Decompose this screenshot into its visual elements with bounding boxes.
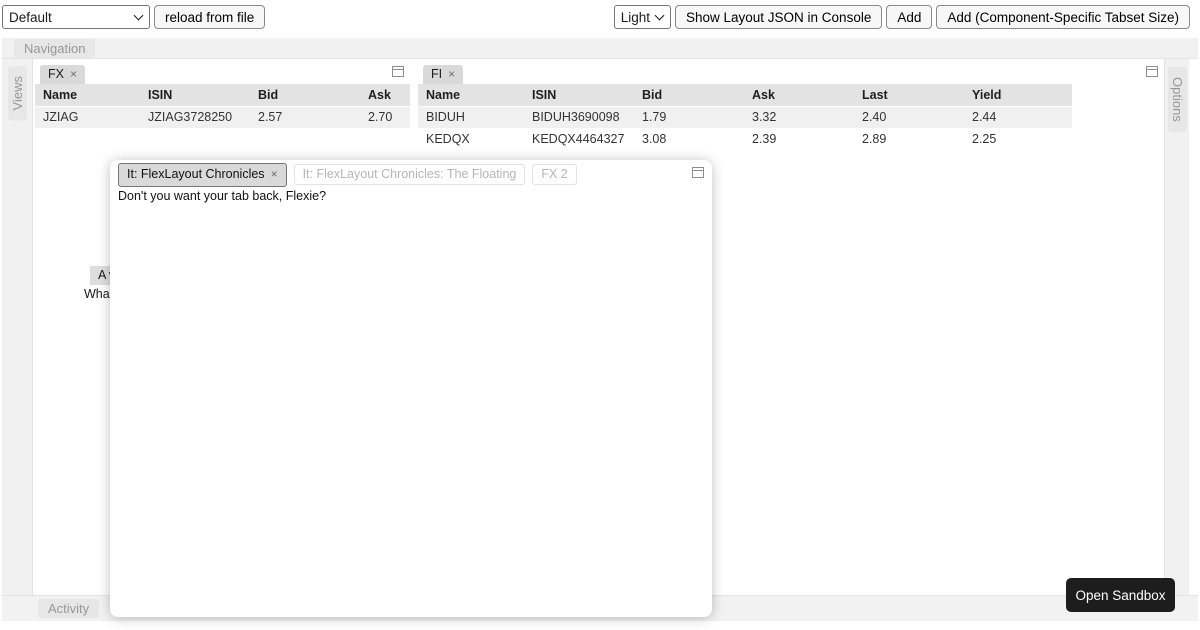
reload-from-file-button[interactable]: reload from file: [154, 5, 266, 29]
theme-select[interactable]: Light: [613, 5, 671, 29]
table-cell: 3.32: [744, 106, 854, 129]
table-cell: 3.08: [634, 128, 744, 151]
show-layout-json-button[interactable]: Show Layout JSON in Console: [674, 5, 883, 29]
border-tab-activity[interactable]: Activity: [38, 599, 100, 618]
table-cell: KEDQX: [418, 128, 524, 151]
column-header[interactable]: Bid: [634, 84, 744, 107]
floating-window[interactable]: It: FlexLayout Chronicles × It: FlexLayo…: [110, 160, 712, 617]
tab-label: It: FlexLayout Chronicles: [127, 167, 265, 181]
column-header[interactable]: Ask: [744, 84, 854, 107]
table-cell: 2.25: [964, 128, 1072, 151]
add-tabset-size-button[interactable]: Add (Component-Specific Tabset Size): [936, 5, 1190, 29]
table-row[interactable]: BIDUH BIDUH3690098 1.79 3.32 2.40 2.44: [418, 106, 1072, 129]
table-row[interactable]: JZIAG JZIAG3728250 2.57 2.70: [35, 106, 410, 129]
fi-table: Name ISIN Bid Ask Last Yield BIDUH BIDUH3690098…: [418, 84, 1072, 151]
column-header[interactable]: Ask: [360, 84, 410, 107]
table-row[interactable]: KEDQX KEDQX4464327 3.08 2.39 2.89 2.25: [418, 128, 1072, 151]
column-header[interactable]: Yield: [964, 84, 1072, 107]
tab-label: FX: [48, 67, 64, 81]
table-cell: KEDQX4464327: [524, 128, 634, 151]
tab-flexlayout-chronicles-floating[interactable]: It: FlexLayout Chronicles: The Floating: [293, 164, 526, 185]
table-cell: JZIAG: [35, 106, 140, 129]
maximize-icon[interactable]: [692, 167, 704, 178]
chevron-down-icon: [133, 10, 144, 21]
column-header[interactable]: Last: [854, 84, 964, 107]
tab-fi[interactable]: FI ×: [423, 65, 464, 84]
column-header[interactable]: Name: [35, 84, 140, 107]
layout-select[interactable]: Default: [2, 5, 150, 29]
column-header[interactable]: Name: [418, 84, 524, 107]
table-cell: 2.89: [854, 128, 964, 151]
table-cell: 2.44: [964, 106, 1072, 129]
left-border-strip: Views: [2, 59, 33, 621]
close-icon[interactable]: ×: [448, 68, 455, 80]
column-header[interactable]: ISIN: [524, 84, 634, 107]
toolbar-right: Light Show Layout JSON in Console Add Ad…: [613, 5, 1190, 29]
table-cell: 1.79: [634, 106, 744, 129]
open-sandbox-button[interactable]: Open Sandbox: [1066, 578, 1175, 612]
close-icon[interactable]: ×: [271, 168, 278, 180]
column-header[interactable]: ISIN: [140, 84, 250, 107]
table-cell: BIDUH3690098: [524, 106, 634, 129]
maximize-icon[interactable]: [1146, 66, 1158, 77]
floating-tab-content: Don't you want your tab back, Flexie?: [118, 189, 327, 203]
close-icon[interactable]: ×: [70, 68, 77, 80]
toolbar-left: Default reload from file: [2, 5, 266, 29]
chevron-down-icon: [654, 10, 665, 21]
tab-flexlayout-chronicles[interactable]: It: FlexLayout Chronicles ×: [118, 162, 287, 187]
border-tab-navigation[interactable]: Navigation: [14, 38, 96, 58]
tab-label: FX 2: [541, 167, 568, 181]
border-tab-views[interactable]: Views: [8, 66, 27, 121]
top-border-strip: Navigation: [2, 38, 1198, 59]
table-cell: JZIAG3728250: [140, 106, 250, 129]
table-cell: 2.39: [744, 128, 854, 151]
table-cell: BIDUH: [418, 106, 524, 129]
fi-tabstrip: FI ×: [418, 62, 1164, 84]
table-cell: 2.40: [854, 106, 964, 129]
fx-tabstrip: FX ×: [35, 62, 410, 84]
tab-fx-2[interactable]: FX 2: [532, 164, 577, 185]
tab-label: FI: [431, 67, 443, 81]
table-cell: 2.57: [250, 106, 360, 129]
border-tab-options[interactable]: Options: [1168, 67, 1187, 132]
fx-table: Name ISIN Bid Ask JZIAG JZIAG3728250 2.57 2.70: [35, 84, 410, 129]
table-cell: 2.70: [360, 106, 410, 129]
floating-tabstrip: It: FlexLayout Chronicles × It: FlexLayo…: [110, 160, 712, 187]
add-button[interactable]: Add: [886, 5, 933, 29]
right-border-strip: Options: [1164, 59, 1189, 621]
layout-select-value: Default: [9, 9, 52, 25]
table-header-row: Name ISIN Bid Ask Last Yield: [418, 84, 1072, 107]
column-header[interactable]: Bid: [250, 84, 360, 107]
maximize-icon[interactable]: [392, 66, 404, 77]
tab-fx[interactable]: FX ×: [40, 65, 85, 84]
theme-select-value: Light: [620, 9, 650, 25]
table-header-row: Name ISIN Bid Ask: [35, 84, 410, 107]
tab-label: It: FlexLayout Chronicles: The Floating: [302, 167, 517, 181]
